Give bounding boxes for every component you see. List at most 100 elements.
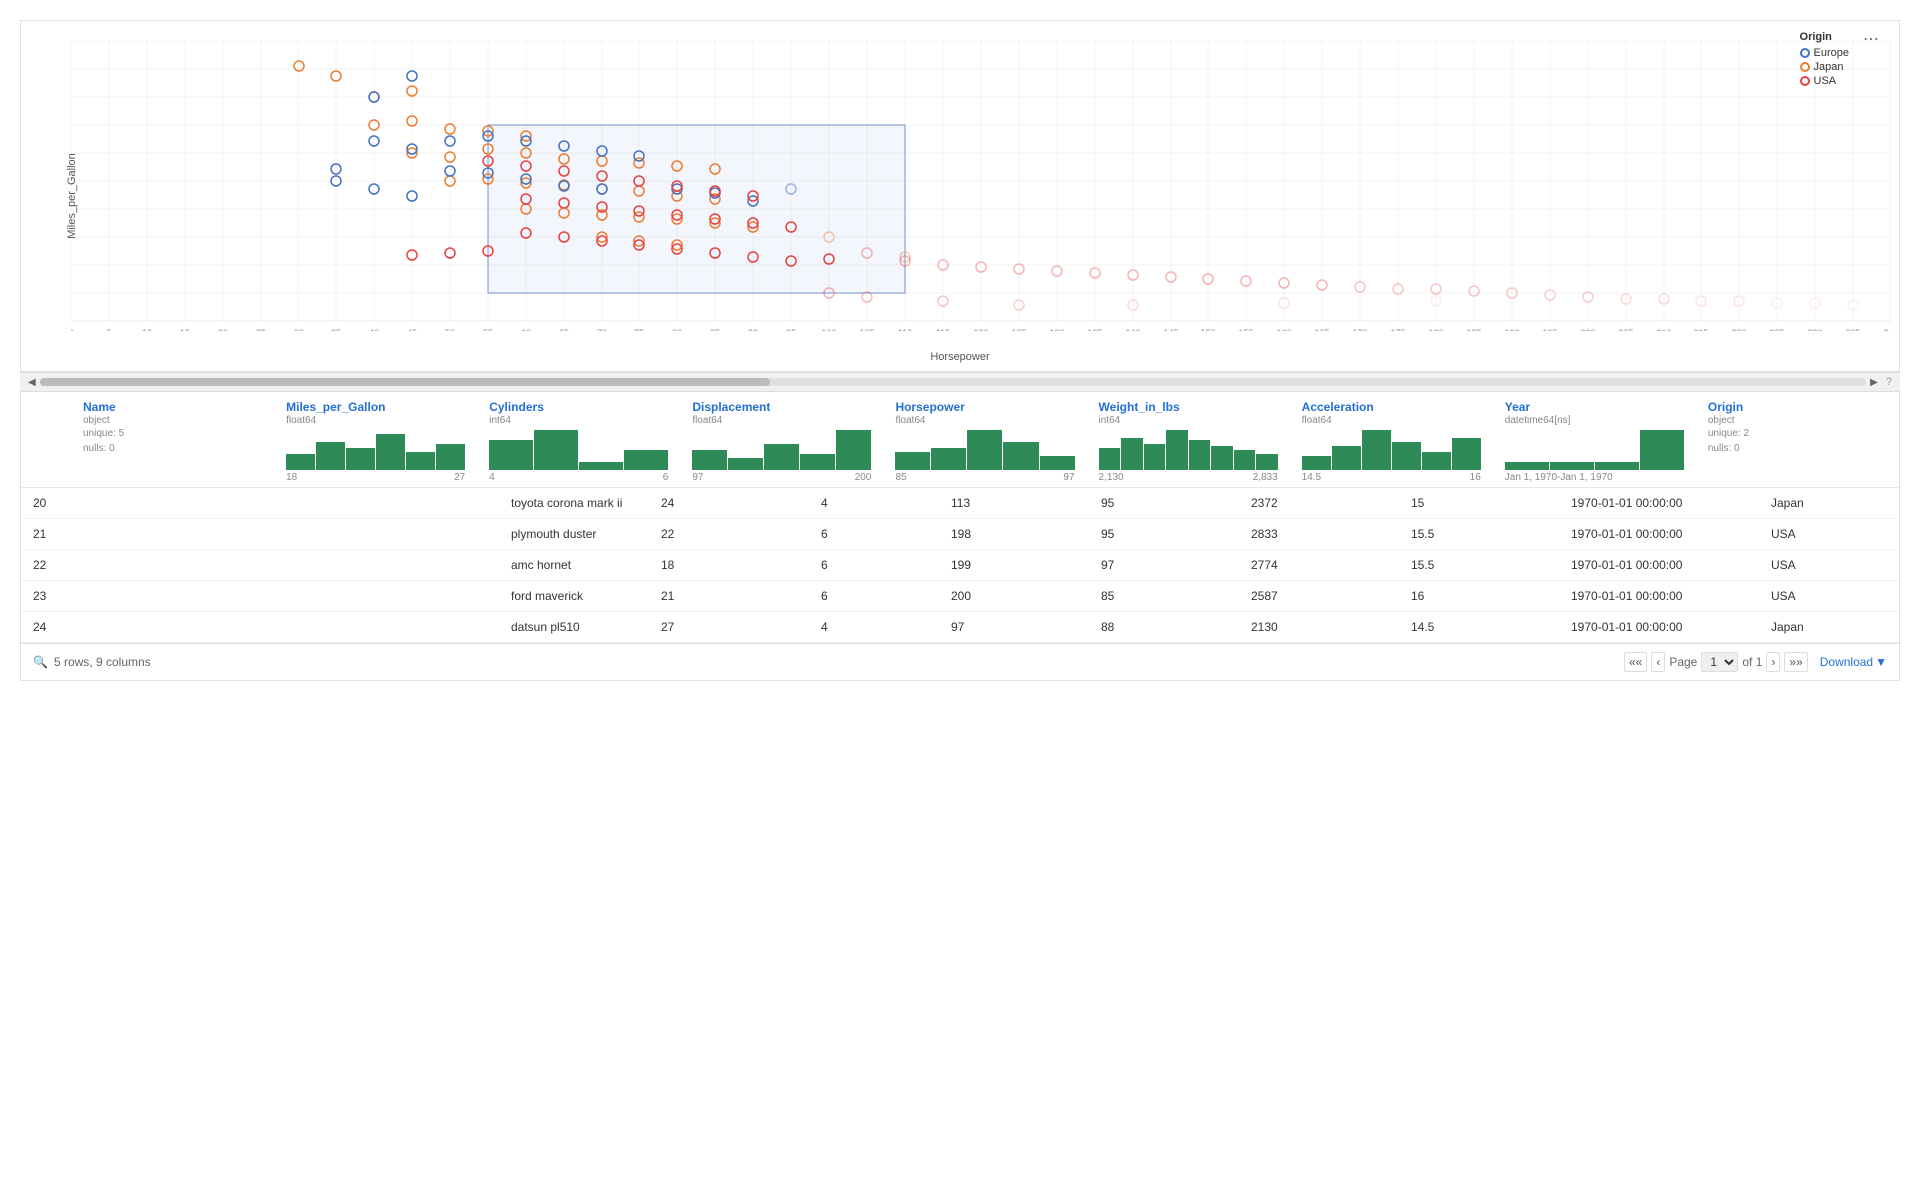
row-count-label: 5 rows, 9 columns xyxy=(54,655,151,669)
col-header-displacement: Displacement float64 97 200 xyxy=(680,400,883,483)
row-index: 22 xyxy=(21,550,499,581)
chart-legend: Origin Europe Japan USA ⋯ xyxy=(1800,31,1879,89)
scroll-help-icon[interactable]: ? xyxy=(1886,376,1892,388)
svg-text:240: 240 xyxy=(1883,328,1891,331)
svg-text:65: 65 xyxy=(559,328,569,331)
x-axis-label: Horsepower xyxy=(930,351,989,363)
cell-orig: USA xyxy=(1759,550,1899,581)
svg-text:50: 50 xyxy=(445,328,455,331)
column-headers: Name object unique: 5 nulls: 0 Miles_per… xyxy=(21,392,1899,488)
cell-orig: Japan xyxy=(1759,488,1899,519)
svg-text:160: 160 xyxy=(1276,328,1291,331)
svg-text:205: 205 xyxy=(1618,328,1633,331)
legend-label-europe: Europe xyxy=(1814,47,1849,59)
table-section: Name object unique: 5 nulls: 0 Miles_per… xyxy=(20,392,1900,681)
cell-yr: 1970-01-01 00:00:00 xyxy=(1559,550,1759,581)
scatter-plot[interactable]: 0 5 10 15 20 25 30 35 40 45 50 xyxy=(71,41,1891,331)
cell-cyl: 6 xyxy=(809,519,939,550)
first-page-button[interactable]: «« xyxy=(1624,652,1647,672)
svg-text:210: 210 xyxy=(1656,328,1671,331)
svg-text:60: 60 xyxy=(521,328,531,331)
table-row: 24 datsun pl510 27 4 97 88 2130 14.5 197… xyxy=(21,612,1899,643)
scroll-left-arrow[interactable]: ◀ xyxy=(28,377,36,388)
chart-section: Miles_per_Gallon Origin Europe Japan xyxy=(20,20,1900,372)
scroll-right-arrow[interactable]: ▶ xyxy=(1870,377,1878,388)
chart-inner: Miles_per_Gallon Origin Europe Japan xyxy=(21,21,1899,371)
cell-mpg: 27 xyxy=(649,612,809,643)
table-row: 22 amc hornet 18 6 199 97 2774 15.5 1970… xyxy=(21,550,1899,581)
legend-more-button[interactable]: ⋯ xyxy=(1863,29,1879,49)
svg-text:220: 220 xyxy=(1731,328,1746,331)
cell-cyl: 4 xyxy=(809,488,939,519)
wt-range-min: 2,130 xyxy=(1099,472,1124,483)
svg-text:155: 155 xyxy=(1238,328,1253,331)
disp-range-max: 200 xyxy=(855,472,872,483)
cell-wt: 2587 xyxy=(1239,581,1399,612)
svg-text:85: 85 xyxy=(710,328,720,331)
cell-hp: 85 xyxy=(1089,581,1239,612)
page-label: Page xyxy=(1669,655,1697,669)
cell-cyl: 6 xyxy=(809,581,939,612)
svg-text:145: 145 xyxy=(1163,328,1178,331)
cell-orig: Japan xyxy=(1759,612,1899,643)
data-table: 20 toyota corona mark ii 24 4 113 95 237… xyxy=(21,488,1899,643)
cell-mpg: 18 xyxy=(649,550,809,581)
cell-mpg: 21 xyxy=(649,581,809,612)
svg-text:225: 225 xyxy=(1769,328,1784,331)
cell-hp: 95 xyxy=(1089,519,1239,550)
cell-disp: 199 xyxy=(939,550,1089,581)
cell-orig: USA xyxy=(1759,519,1899,550)
mpg-range-max: 27 xyxy=(454,472,465,483)
legend-label-japan: Japan xyxy=(1814,61,1844,73)
last-page-button[interactable]: »» xyxy=(1784,652,1807,672)
cell-wt: 2372 xyxy=(1239,488,1399,519)
scroll-track[interactable] xyxy=(40,378,1866,386)
svg-text:35: 35 xyxy=(331,328,341,331)
next-page-button[interactable]: › xyxy=(1766,652,1780,672)
main-container: Miles_per_Gallon Origin Europe Japan xyxy=(0,0,1920,1200)
cell-wt: 2130 xyxy=(1239,612,1399,643)
legend-dot-usa xyxy=(1800,76,1810,86)
wt-histogram xyxy=(1099,430,1278,470)
cell-acc: 15 xyxy=(1399,488,1559,519)
cell-disp: 97 xyxy=(939,612,1089,643)
cell-hp: 97 xyxy=(1089,550,1239,581)
legend-title: Origin xyxy=(1800,31,1849,43)
cell-disp: 113 xyxy=(939,488,1089,519)
page-select[interactable]: 1 xyxy=(1701,652,1738,672)
col-header-name: Name object unique: 5 nulls: 0 xyxy=(71,400,274,483)
download-button[interactable]: Download ▼ xyxy=(1820,655,1887,669)
cell-yr: 1970-01-01 00:00:00 xyxy=(1559,488,1759,519)
svg-text:30: 30 xyxy=(294,328,304,331)
cyl-range-max: 6 xyxy=(663,472,669,483)
cyl-histogram xyxy=(489,430,668,470)
col-header-acceleration: Acceleration float64 14.5 16 xyxy=(1290,400,1493,483)
legend-dot-japan xyxy=(1800,62,1810,72)
cell-mpg: 22 xyxy=(649,519,809,550)
prev-page-button[interactable]: ‹ xyxy=(1651,652,1665,672)
scroll-thumb[interactable] xyxy=(40,378,771,386)
svg-text:185: 185 xyxy=(1466,328,1481,331)
cell-disp: 200 xyxy=(939,581,1089,612)
svg-text:170: 170 xyxy=(1352,328,1367,331)
svg-text:215: 215 xyxy=(1693,328,1708,331)
cell-name: plymouth duster xyxy=(499,519,649,550)
footer-left: 🔍 5 rows, 9 columns xyxy=(33,655,151,669)
svg-text:55: 55 xyxy=(483,328,493,331)
svg-text:0: 0 xyxy=(71,328,74,331)
col-header-year: Year datetime64[ns] Jan 1, 1970-Jan 1, 1… xyxy=(1493,400,1696,483)
wt-range-max: 2,833 xyxy=(1253,472,1278,483)
svg-text:45: 45 xyxy=(407,328,417,331)
cell-name: toyota corona mark ii xyxy=(499,488,649,519)
svg-text:230: 230 xyxy=(1807,328,1822,331)
legend-dot-europe xyxy=(1800,48,1810,58)
svg-text:40: 40 xyxy=(369,328,379,331)
cell-disp: 198 xyxy=(939,519,1089,550)
cell-hp: 95 xyxy=(1089,488,1239,519)
cell-yr: 1970-01-01 00:00:00 xyxy=(1559,612,1759,643)
cell-yr: 1970-01-01 00:00:00 xyxy=(1559,581,1759,612)
cell-name: amc hornet xyxy=(499,550,649,581)
download-label: Download xyxy=(1820,655,1873,669)
download-chevron-icon: ▼ xyxy=(1875,655,1887,669)
hp-histogram xyxy=(895,430,1074,470)
